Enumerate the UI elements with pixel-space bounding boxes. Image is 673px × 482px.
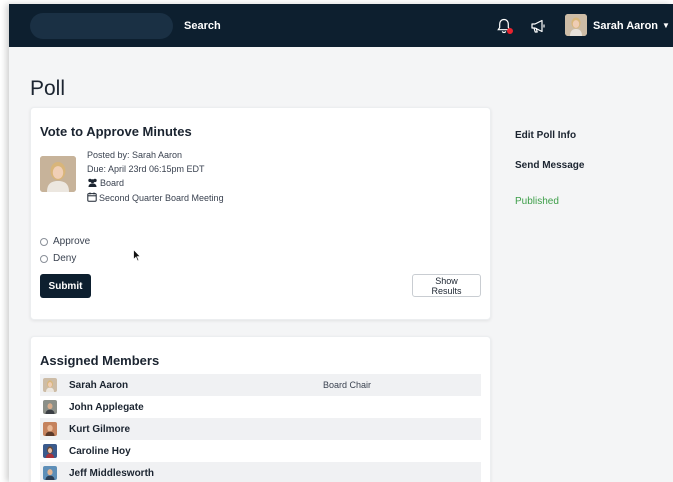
member-portrait [43,400,57,414]
submit-button[interactable]: Submit [40,274,91,298]
search-input[interactable] [30,13,173,39]
approve-radio[interactable] [40,237,48,246]
member-role: Board Chair [323,380,372,390]
edit-poll-info-link[interactable]: Edit Poll Info [515,130,576,141]
member-name: Kurt Gilmore [69,423,131,435]
member-name: Jeff Middlesworth [69,467,155,479]
assigned-members-card: Assigned Members Sarah Aaron Board Chair… [30,336,491,482]
posted-by: Posted by: Sarah Aaron [87,150,183,160]
avatar-portrait [565,14,587,36]
poster-avatar [40,156,76,192]
bell-icon[interactable] [495,17,513,35]
deny-radio[interactable] [40,254,48,263]
member-avatar [43,378,57,392]
search-button[interactable]: Search [179,17,226,35]
member-name: Sarah Aaron [69,379,129,391]
user-menu[interactable]: Sarah Aaron ▼ [593,17,670,35]
show-results-button[interactable]: Show Results [412,274,481,297]
member-avatar [43,466,57,480]
option-approve[interactable]: Approve [40,236,90,247]
user-avatar[interactable] [565,14,587,36]
poster-portrait [40,156,76,192]
member-avatar [43,400,57,414]
table-row[interactable]: Caroline Hoy [40,440,481,462]
deny-label: Deny [53,253,77,264]
table-row[interactable]: John Applegate [40,396,481,418]
user-name: Sarah Aaron [593,20,659,32]
due-date: Due: April 23rd 06:15pm EDT [87,164,205,174]
megaphone-glyph [531,19,545,33]
send-message-link[interactable]: Send Message [515,160,584,171]
meeting-name: Second Quarter Board Meeting [99,193,224,203]
member-portrait [43,378,57,392]
poll-title: Vote to Approve Minutes [40,124,192,139]
megaphone-icon[interactable] [529,17,547,35]
approve-label: Approve [53,236,91,247]
option-deny[interactable]: Deny [40,253,76,264]
member-portrait [43,466,57,480]
member-portrait [43,444,57,458]
members-title: Assigned Members [40,353,160,368]
member-name: John Applegate [69,401,144,413]
notification-dot [507,28,513,34]
table-row[interactable]: Kurt Gilmore [40,418,481,440]
users-icon [88,178,97,187]
group-line: Board [87,178,124,188]
calendar-icon [87,192,97,202]
group-name: Board [100,178,125,188]
member-avatar [43,422,57,436]
member-name: Caroline Hoy [69,445,131,457]
member-portrait [43,422,57,436]
status-badge: Published [515,196,559,207]
member-avatar [43,444,57,458]
table-row[interactable]: Jeff Middlesworth [40,462,481,482]
app-window: Search Sarah Aaron ▼ Poll Vote to Approv… [9,4,673,482]
table-row[interactable]: Sarah Aaron Board Chair [40,374,481,396]
meeting-line: Second Quarter Board Meeting [87,192,224,203]
page-title: Poll [30,77,66,100]
top-nav-bar: Search Sarah Aaron ▼ [9,4,673,47]
chevron-down-icon: ▼ [662,21,670,30]
mouse-pointer-icon [133,249,142,262]
poll-card: Vote to Approve Minutes Posted by: Sarah… [30,107,491,320]
